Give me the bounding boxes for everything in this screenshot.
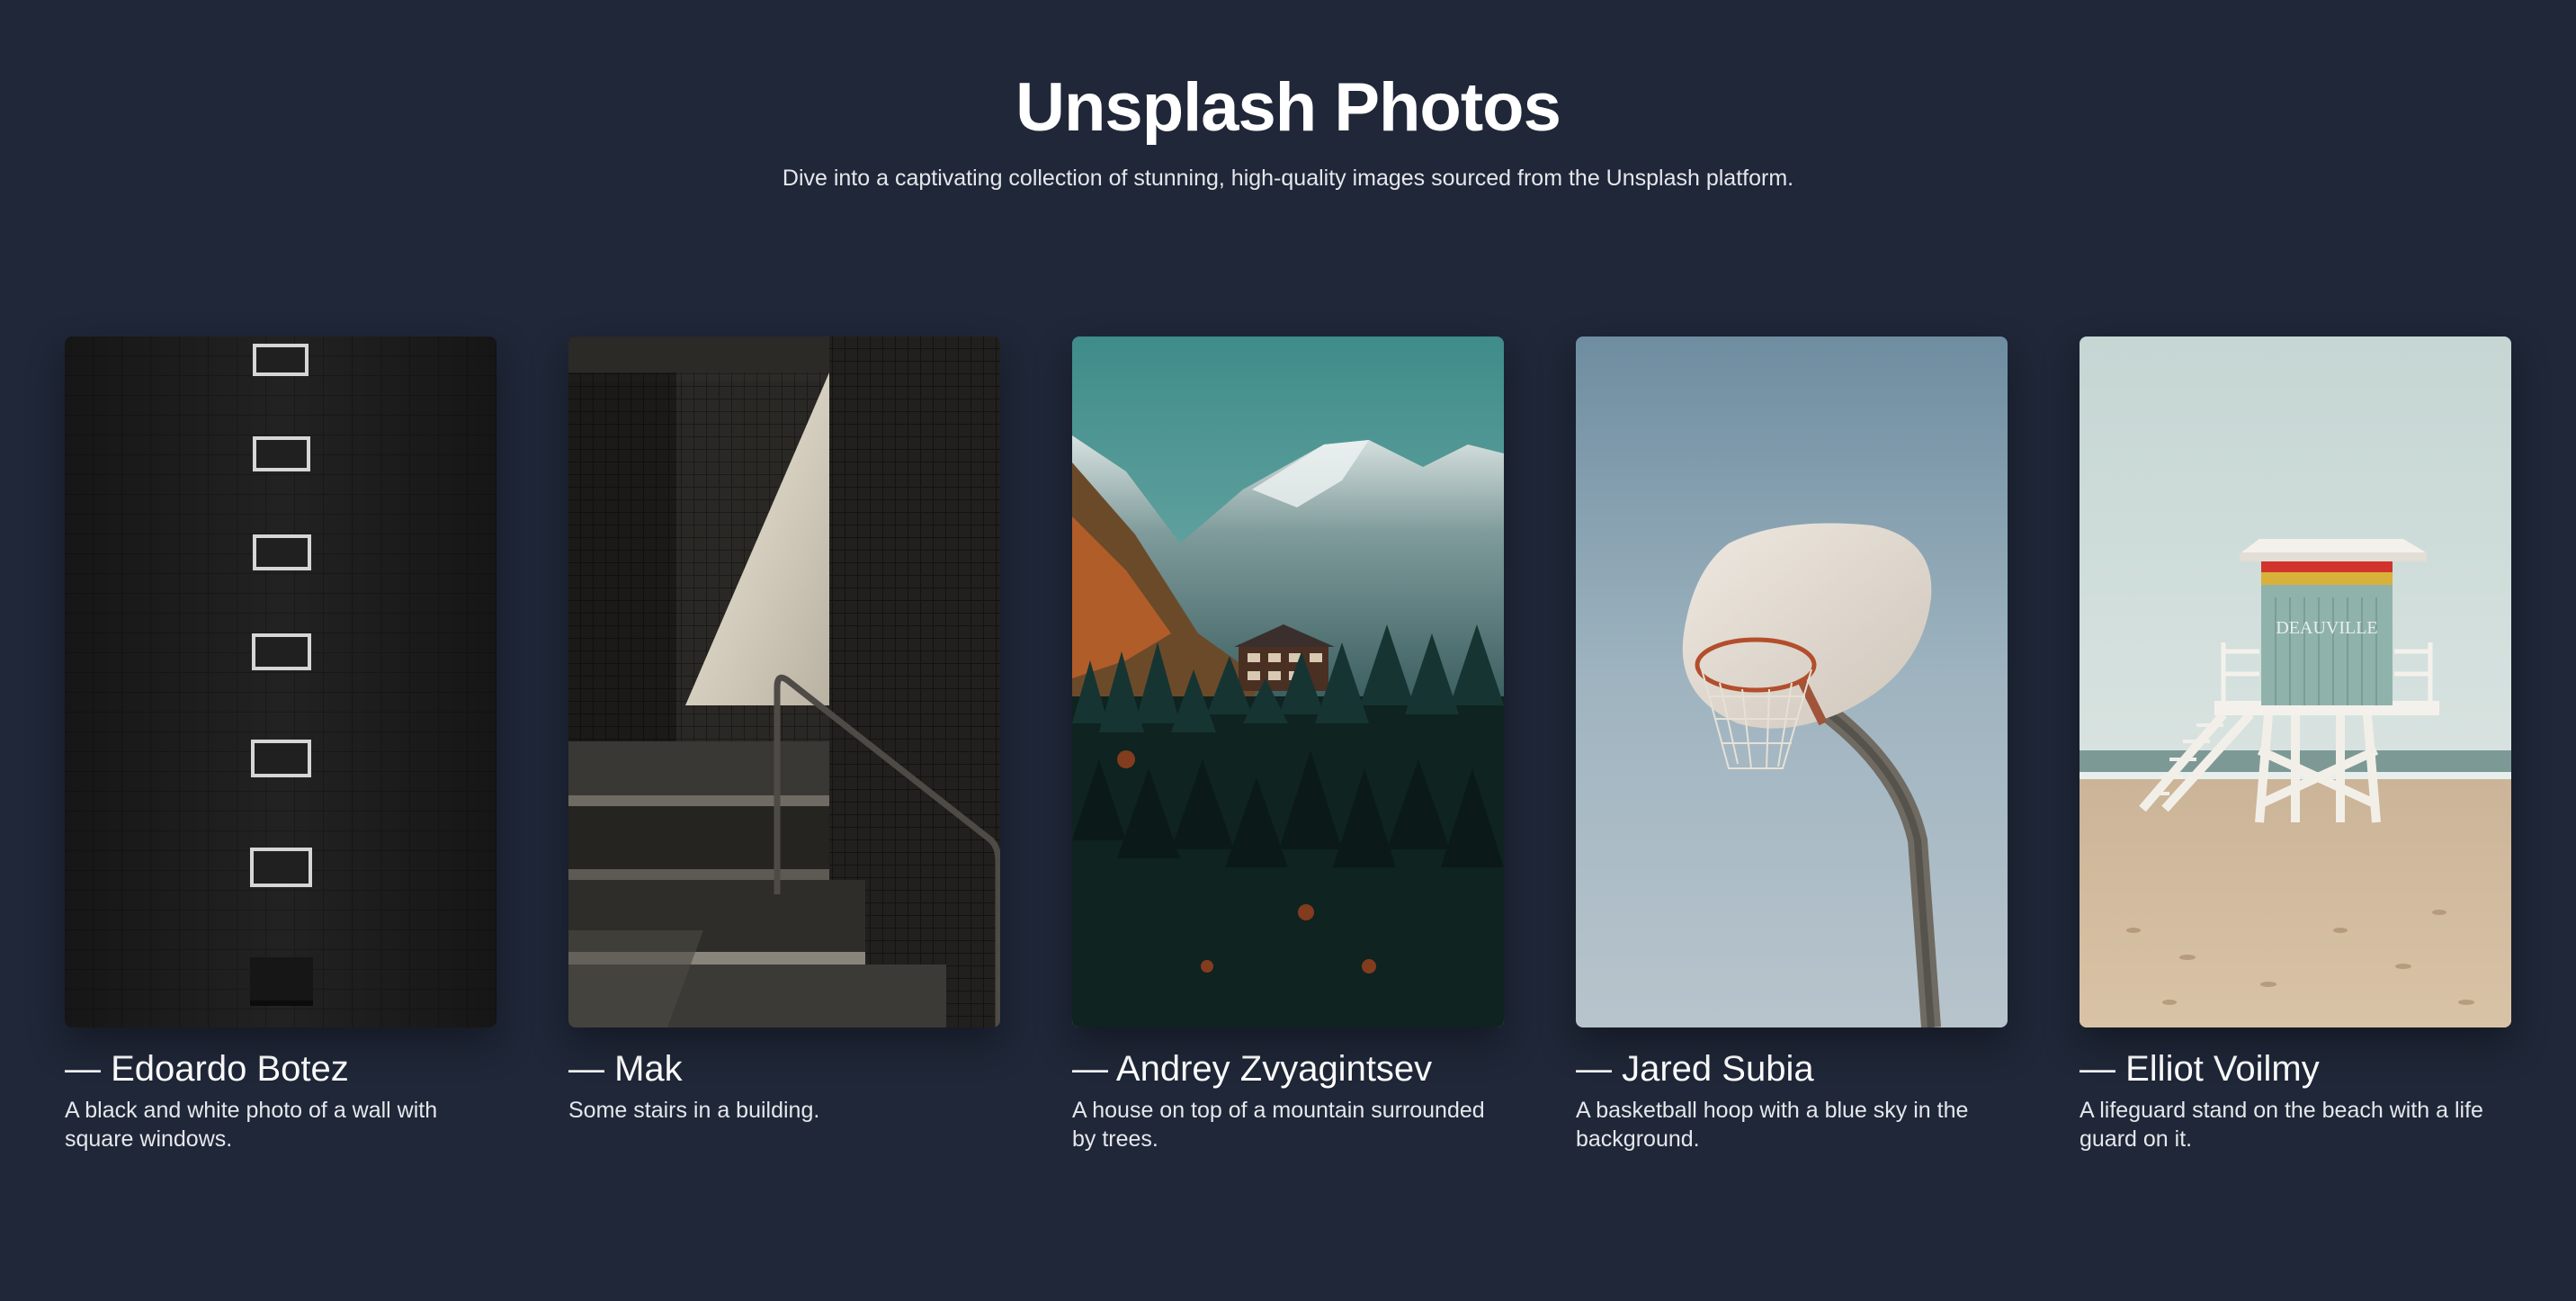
- photo-basketball-hoop[interactable]: [1576, 336, 2008, 1027]
- mountain-house-image: [1072, 336, 1504, 1027]
- photo-description: Some stairs in a building.: [568, 1098, 820, 1123]
- photo-description: A house on top of a mountain surrounded …: [1072, 1098, 1485, 1152]
- photo-description: A black and white photo of a wall with s…: [65, 1098, 438, 1152]
- basketball-hoop-image: [1576, 336, 2008, 1027]
- photo-author: — Mak: [568, 1049, 683, 1089]
- photo-card[interactable]: — Edoardo Botez A black and white photo …: [65, 336, 496, 1153]
- photo-gallery: — Edoardo Botez A black and white photo …: [65, 336, 2511, 1153]
- page-subtitle: Dive into a captivating collection of st…: [782, 166, 1794, 191]
- photo-card[interactable]: — Jared Subia A basketball hoop with a b…: [1576, 336, 2008, 1153]
- photo-author: — Edoardo Botez: [65, 1049, 349, 1089]
- lifeguard-stand-image: DEAUVILLE: [2080, 336, 2511, 1027]
- photo-card[interactable]: — Mak Some stairs in a building.: [568, 336, 1000, 1153]
- photo-lifeguard-stand[interactable]: DEAUVILLE: [2080, 336, 2511, 1027]
- stairs-image: [568, 336, 1000, 1027]
- photo-author: — Jared Subia: [1576, 1049, 1814, 1089]
- page-header: Unsplash Photos Dive into a captivating …: [0, 0, 2576, 193]
- photo-author: — Elliot Voilmy: [2080, 1049, 2320, 1089]
- lifeguard-sign-text: DEAUVILLE: [2276, 618, 2377, 638]
- photo-description: A basketball hoop with a blue sky in the…: [1576, 1098, 1969, 1152]
- photo-wall-windows[interactable]: [65, 336, 496, 1027]
- photo-card[interactable]: — Andrey Zvyagintsev A house on top of a…: [1072, 336, 1504, 1153]
- page-title: Unsplash Photos: [1015, 69, 1561, 146]
- photo-card[interactable]: DEAUVILLE — Elliot Voilmy A lifeguard st…: [2080, 336, 2511, 1153]
- photo-author: — Andrey Zvyagintsev: [1072, 1049, 1433, 1089]
- wall-windows-image: [65, 336, 496, 1027]
- photo-stairs[interactable]: [568, 336, 1000, 1027]
- photo-description: A lifeguard stand on the beach with a li…: [2080, 1098, 2483, 1152]
- photo-mountain-house[interactable]: [1072, 336, 1504, 1027]
